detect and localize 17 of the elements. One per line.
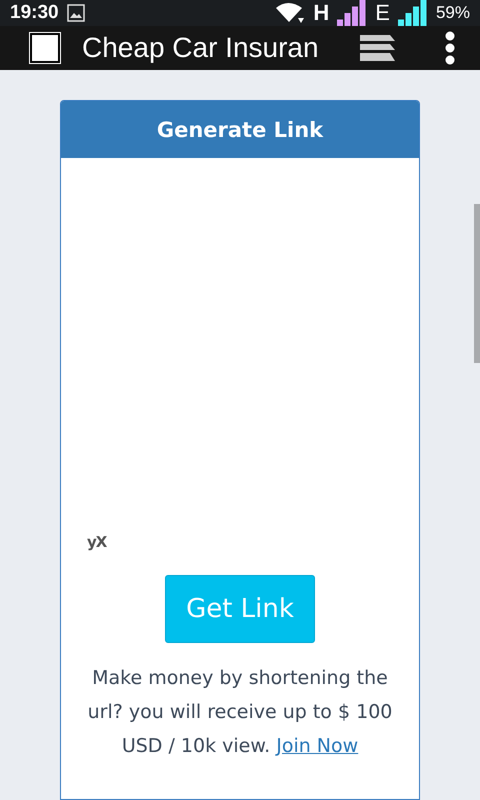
scrollbar[interactable] [474,204,480,363]
join-link[interactable]: Join Now [276,735,358,757]
signal-icon [337,0,368,26]
ad-logo: yX [87,533,106,551]
status-time: 19:30 [10,2,59,24]
app-icon [30,33,60,63]
wifi-icon [275,2,306,24]
network-label: E [375,0,390,26]
promo-text: Make money by shortening the url? you will receive up to $ 100 USD / 10k view. Join Now [86,666,394,759]
signal-icon [398,0,428,26]
more-icon[interactable] [444,31,456,65]
network-label: H [313,0,330,26]
image-icon [66,4,85,22]
card-title: Generate Link [61,101,419,158]
battery-percent: 59% [436,3,470,23]
app-title: Cheap Car Insuran [82,32,320,64]
layers-icon[interactable] [360,34,396,62]
